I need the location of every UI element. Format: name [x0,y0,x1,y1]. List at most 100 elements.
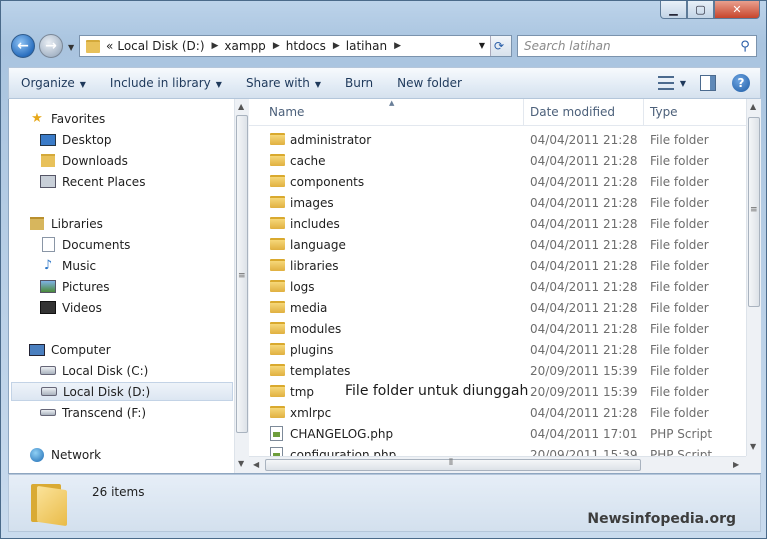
address-bar[interactable]: « Local Disk (D:) ▶ xampp ▶ htdocs ▶ lat… [79,35,512,57]
file-row[interactable]: CHANGELOG.php 04/04/2011 17:01 PHP Script [249,424,746,445]
file-type: File folder [650,217,709,231]
file-row[interactable]: libraries 04/04/2011 21:28 File folder [249,256,746,277]
file-row[interactable]: media 04/04/2011 21:28 File folder [249,298,746,319]
file-date-modified: 04/04/2011 21:28 [530,259,638,273]
breadcrumb-local-disk-d[interactable]: Local Disk (D:) [117,39,204,53]
nav-recent-places[interactable]: Recent Places [40,172,145,191]
file-date-modified: 04/04/2011 21:28 [530,301,638,315]
file-row[interactable]: configuration.php 20/09/2011 15:39 PHP Scr… [249,445,746,456]
file-rows: administrator 04/04/2011 21:28 File folder… [249,99,746,456]
change-view-icon[interactable] [657,76,674,90]
nav-documents[interactable]: Documents [40,235,130,254]
help-icon[interactable]: ? [732,74,750,92]
folder-icon [270,154,285,166]
file-row[interactable]: cache 04/04/2011 21:28 File folder [249,151,746,172]
file-name: CHANGELOG.php [290,427,394,441]
search-input[interactable]: Search latihan [524,39,734,53]
nav-transcend-f[interactable]: Transcend (F:) [40,403,146,422]
file-row[interactable]: plugins 04/04/2011 21:28 File folder [249,340,746,361]
scroll-down-icon[interactable]: ▼ [238,459,244,468]
nav-downloads[interactable]: Downloads [40,151,128,170]
file-name: xmlrpc [290,406,332,420]
nav-local-disk-c[interactable]: Local Disk (C:) [40,361,148,380]
file-row[interactable]: templates 20/09/2011 15:39 File folder [249,361,746,382]
file-date-modified: 04/04/2011 21:28 [530,175,638,189]
file-date-modified: 04/04/2011 17:01 [530,427,638,441]
search-box[interactable]: Search latihan ⚲ [517,35,757,57]
horizontal-scroll-thumb[interactable] [265,459,641,471]
nav-videos[interactable]: Videos [40,298,102,317]
nav-network[interactable]: Network [29,445,101,464]
nav-favorites[interactable]: ★ Favorites [29,109,105,128]
include-in-library-button[interactable]: Include in library ▼ [98,76,234,90]
nav-scrollbar[interactable]: ▲ ≡ ▼ [234,99,249,473]
pictures-icon [40,280,56,294]
address-history-dropdown-icon[interactable]: ▼ [479,41,485,50]
burn-button[interactable]: Burn [333,76,385,90]
minimize-button[interactable]: ▁ [660,1,687,19]
navigation-bar: ← → ▼ « Local Disk (D:) ▶ xampp ▶ htdocs… [9,33,761,61]
view-options-dropdown-icon[interactable]: ▼ [680,79,686,88]
list-vertical-scrollbar[interactable]: ▲ ≡ ▼ [746,99,761,456]
list-horizontal-scrollbar[interactable]: ◀ ⦀ ▶ [249,456,746,473]
nav-label: Music [62,258,97,273]
organize-button[interactable]: Organize ▼ [9,76,98,90]
file-name: language [290,238,346,252]
breadcrumb-chevron-icon[interactable]: ▶ [212,41,219,51]
address-overflow[interactable]: « [106,39,113,53]
close-button[interactable]: ✕ [714,1,760,19]
maximize-button[interactable]: ▢ [687,1,714,19]
nav-label: Downloads [62,153,128,168]
share-with-button[interactable]: Share with ▼ [234,76,333,90]
folder-icon [270,280,285,292]
folder-icon [270,385,285,397]
breadcrumb-latihan[interactable]: latihan [346,39,387,53]
file-row[interactable]: xmlrpc 04/04/2011 21:28 File folder [249,403,746,424]
file-row[interactable]: language 04/04/2011 21:28 File folder [249,235,746,256]
removable-drive-icon [40,406,56,420]
nav-libraries[interactable]: Libraries [29,214,103,233]
file-row[interactable]: components 04/04/2011 21:28 File folder [249,172,746,193]
scroll-up-icon[interactable]: ▲ [750,102,756,111]
nav-label: Recent Places [62,174,146,189]
file-row[interactable]: administrator 04/04/2011 21:28 File folder [249,130,746,151]
nav-label: Pictures [62,279,110,294]
nav-music[interactable]: ♪ Music [40,256,96,275]
back-button[interactable]: ← [11,34,35,58]
scroll-down-icon[interactable]: ▼ [750,442,756,451]
desktop-icon [40,133,56,147]
recent-pages-dropdown-icon[interactable]: ▼ [68,43,74,52]
nav-local-disk-d[interactable]: Local Disk (D:) [11,382,233,401]
file-row[interactable]: includes 04/04/2011 21:28 File folder [249,214,746,235]
breadcrumb-htdocs[interactable]: htdocs [286,39,326,53]
navigation-pane: ★ Favorites Desktop Downloads Recent Plac… [9,99,241,473]
nav-pictures[interactable]: Pictures [40,277,110,296]
forward-button[interactable]: → [39,34,63,58]
file-row[interactable]: images 04/04/2011 21:28 File folder [249,193,746,214]
breadcrumb-chevron-icon[interactable]: ▶ [333,41,340,51]
file-row[interactable]: modules 04/04/2011 21:28 File folder [249,319,746,340]
breadcrumb-xampp[interactable]: xampp [224,39,265,53]
scroll-up-icon[interactable]: ▲ [238,102,244,111]
folder-icon [31,480,69,527]
include-label: Include in library [109,76,211,90]
php-file-icon [270,447,283,456]
videos-icon [40,301,56,315]
scroll-right-icon[interactable]: ▶ [733,460,739,469]
preview-pane-icon[interactable] [700,75,716,91]
breadcrumb-chevron-icon[interactable]: ▶ [273,41,280,51]
nav-computer[interactable]: Computer [29,340,111,359]
search-icon[interactable]: ⚲ [734,39,756,54]
file-row[interactable]: logs 04/04/2011 21:28 File folder [249,277,746,298]
scroll-corner [746,456,761,473]
folder-icon [270,364,285,376]
nav-desktop[interactable]: Desktop [40,130,112,149]
scroll-left-icon[interactable]: ◀ [253,460,259,469]
breadcrumb-chevron-icon[interactable]: ▶ [394,41,401,51]
nav-label: Network [51,447,102,462]
organize-label: Organize [21,76,75,90]
caption-buttons: ▁ ▢ ✕ [660,1,760,19]
new-folder-button[interactable]: New folder [385,76,474,90]
refresh-button[interactable]: ⟳ [490,36,511,56]
file-name: libraries [290,259,339,273]
